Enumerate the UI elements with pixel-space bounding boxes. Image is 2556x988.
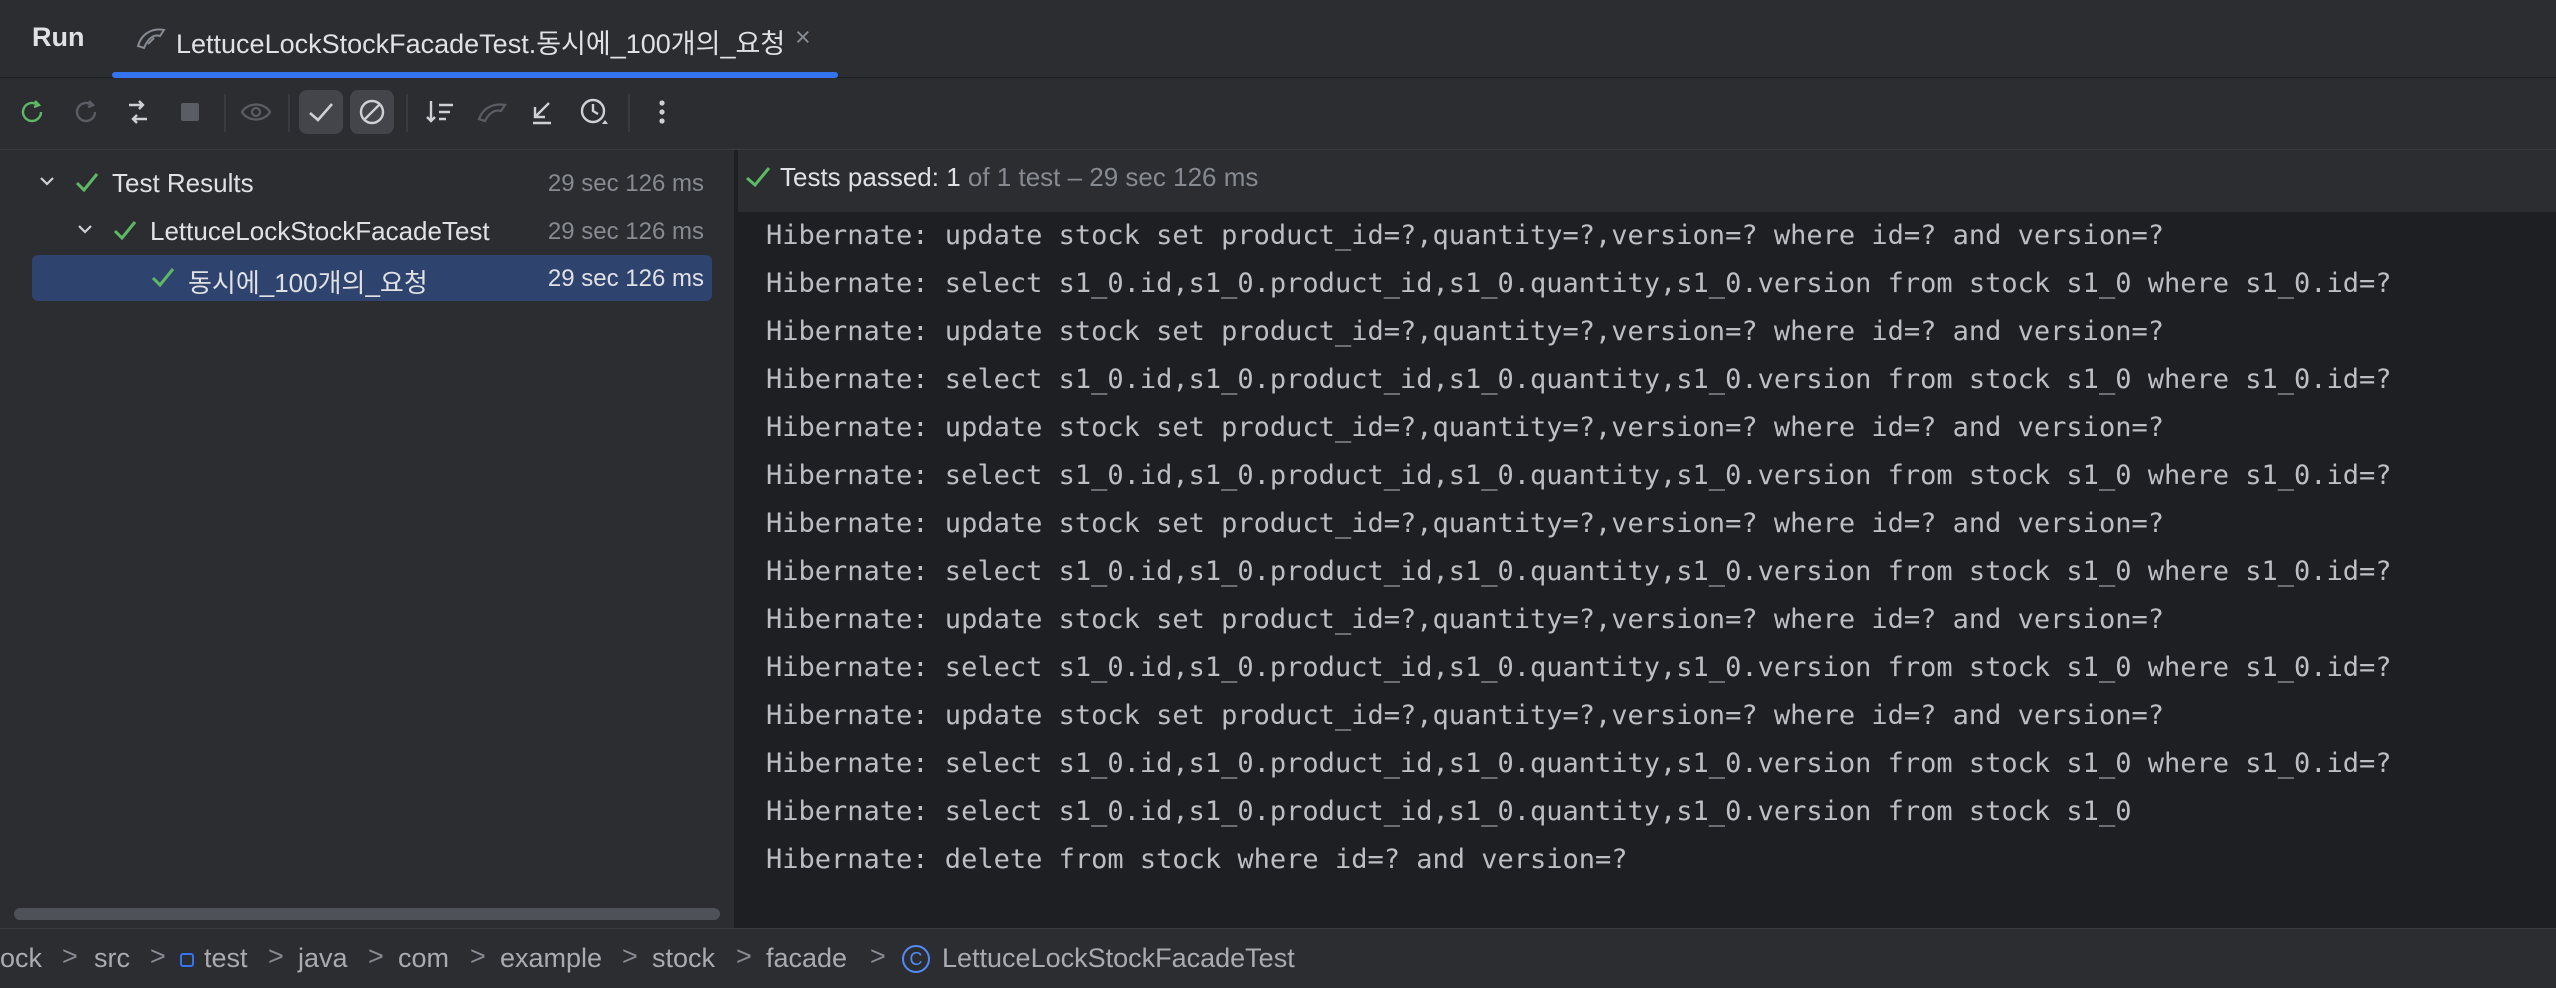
test-tree-panel: Test Results 29 sec 126 ms LettuceLockSt… [0,150,736,928]
export-collapse-icon[interactable] [520,90,564,134]
console-line: Hibernate: update stock set product_id=?… [766,604,2164,635]
stop-icon[interactable] [168,90,212,134]
toolbar-separator [628,94,630,132]
console-line: Hibernate: update stock set product_id=?… [766,316,2164,347]
breadcrumb-separator: > [62,941,78,971]
console-panel: Tests passed: 1 of 1 test – 29 sec 126 m… [738,150,2556,928]
console-line: Hibernate: update stock set product_id=?… [766,508,2164,539]
passed-check-icon [75,173,99,193]
class-icon: C [902,945,930,973]
show-passed-eye-icon[interactable] [234,90,278,134]
tests-passed-detail: of 1 test – 29 sec 126 ms [960,162,1259,192]
tree-node-test-results[interactable]: Test Results 29 sec 126 ms [32,160,712,206]
tree-node-label: 동시에_100개의_요청 [188,268,428,298]
passed-check-icon [151,268,175,288]
tree-node-label: LettuceLockStockFacadeTest [150,216,490,246]
tree-node-test-method[interactable]: 동시에_100개의_요청 29 sec 126 ms [32,255,712,301]
toolbar-separator [406,94,408,132]
run-label: Run [32,22,85,52]
tree-node-label: Test Results [112,168,254,198]
console-line: Hibernate: select s1_0.id,s1_0.product_i… [766,268,2392,299]
tests-passed-label: Tests passed: 1 [780,162,961,192]
console-line: Hibernate: select s1_0.id,s1_0.product_i… [766,460,2392,491]
toolbar-separator [224,94,226,132]
console-line: Hibernate: update stock set product_id=?… [766,412,2164,443]
breadcrumb-item[interactable]: example [500,943,602,974]
breadcrumb-item[interactable]: src [94,943,130,974]
run-tab-bar: Run LettuceLockStockFacadeTest.동시에_100개의… [0,0,2556,78]
console-line: Hibernate: select s1_0.id,s1_0.product_i… [766,556,2392,587]
test-status-text: Tests passed: 1 of 1 test – 29 sec 126 m… [780,162,1258,193]
test-module-icon [180,953,194,967]
test-status-bar: Tests passed: 1 of 1 test – 29 sec 126 m… [738,150,2556,212]
run-tool-window: Run LettuceLockStockFacadeTest.동시에_100개의… [0,0,2556,988]
horizontal-scrollbar[interactable] [14,908,720,920]
rerun-failed-icon[interactable] [64,90,108,134]
run-toolbar [0,78,2556,150]
passed-check-icon [746,167,771,188]
breadcrumb-separator: > [736,941,752,971]
breadcrumb-item[interactable]: java [298,943,348,974]
tree-node-duration: 29 sec 126 ms [547,265,704,292]
tree-node-duration: 29 sec 126 ms [547,170,704,197]
show-ignored-icon[interactable] [350,90,394,134]
breadcrumb-item[interactable]: LettuceLockStockFacadeTest [942,943,1295,974]
console-line: Hibernate: select s1_0.id,s1_0.product_i… [766,748,2392,779]
console-line: Hibernate: update stock set product_id=?… [766,700,2164,731]
breadcrumb-item[interactable]: stock [652,943,715,974]
breadcrumb-separator: > [470,941,486,971]
breadcrumb: ock > src > test > java > com > example … [0,928,2556,988]
console-line: Hibernate: select s1_0.id,s1_0.product_i… [766,652,2392,683]
close-tab-icon[interactable]: × [795,22,811,53]
passed-check-icon [113,221,137,241]
breadcrumb-item[interactable]: ock [0,943,42,974]
tree-node-test-class[interactable]: LettuceLockStockFacadeTest 29 sec 126 ms [32,208,712,254]
console-line: Hibernate: select s1_0.id,s1_0.product_i… [766,796,2132,827]
show-passed-check-icon[interactable] [299,90,343,134]
breadcrumb-item[interactable]: facade [766,943,847,974]
breadcrumb-item[interactable]: test [204,943,248,974]
chevron-down-icon[interactable] [74,218,96,240]
sort-icon[interactable] [418,90,462,134]
more-options-icon[interactable] [640,90,684,134]
breadcrumb-separator: > [368,941,384,971]
tree-node-duration: 29 sec 126 ms [547,218,704,245]
run-configuration-tab[interactable]: LettuceLockStockFacadeTest.동시에_100개의_요청 … [112,0,838,78]
import-tests-icon[interactable] [470,90,514,134]
breadcrumb-item[interactable]: com [398,943,449,974]
breadcrumb-separator: > [268,941,284,971]
history-clock-icon[interactable] [572,90,616,134]
console-output[interactable]: Hibernate: update stock set product_id=?… [766,212,2392,884]
breadcrumb-separator: > [622,941,638,971]
console-line: Hibernate: update stock set product_id=?… [766,220,2164,251]
breadcrumb-separator: > [870,941,886,971]
rerun-icon[interactable] [10,90,54,134]
test-run-icon [136,28,166,50]
toolbar-separator [288,94,290,132]
breadcrumb-separator: > [150,941,166,971]
console-line: Hibernate: delete from stock where id=? … [766,844,1628,875]
toggle-auto-test-icon[interactable] [116,90,160,134]
chevron-down-icon[interactable] [36,170,58,192]
console-line: Hibernate: select s1_0.id,s1_0.product_i… [766,364,2392,395]
tab-title: LettuceLockStockFacadeTest.동시에_100개의_요청 [176,29,786,59]
